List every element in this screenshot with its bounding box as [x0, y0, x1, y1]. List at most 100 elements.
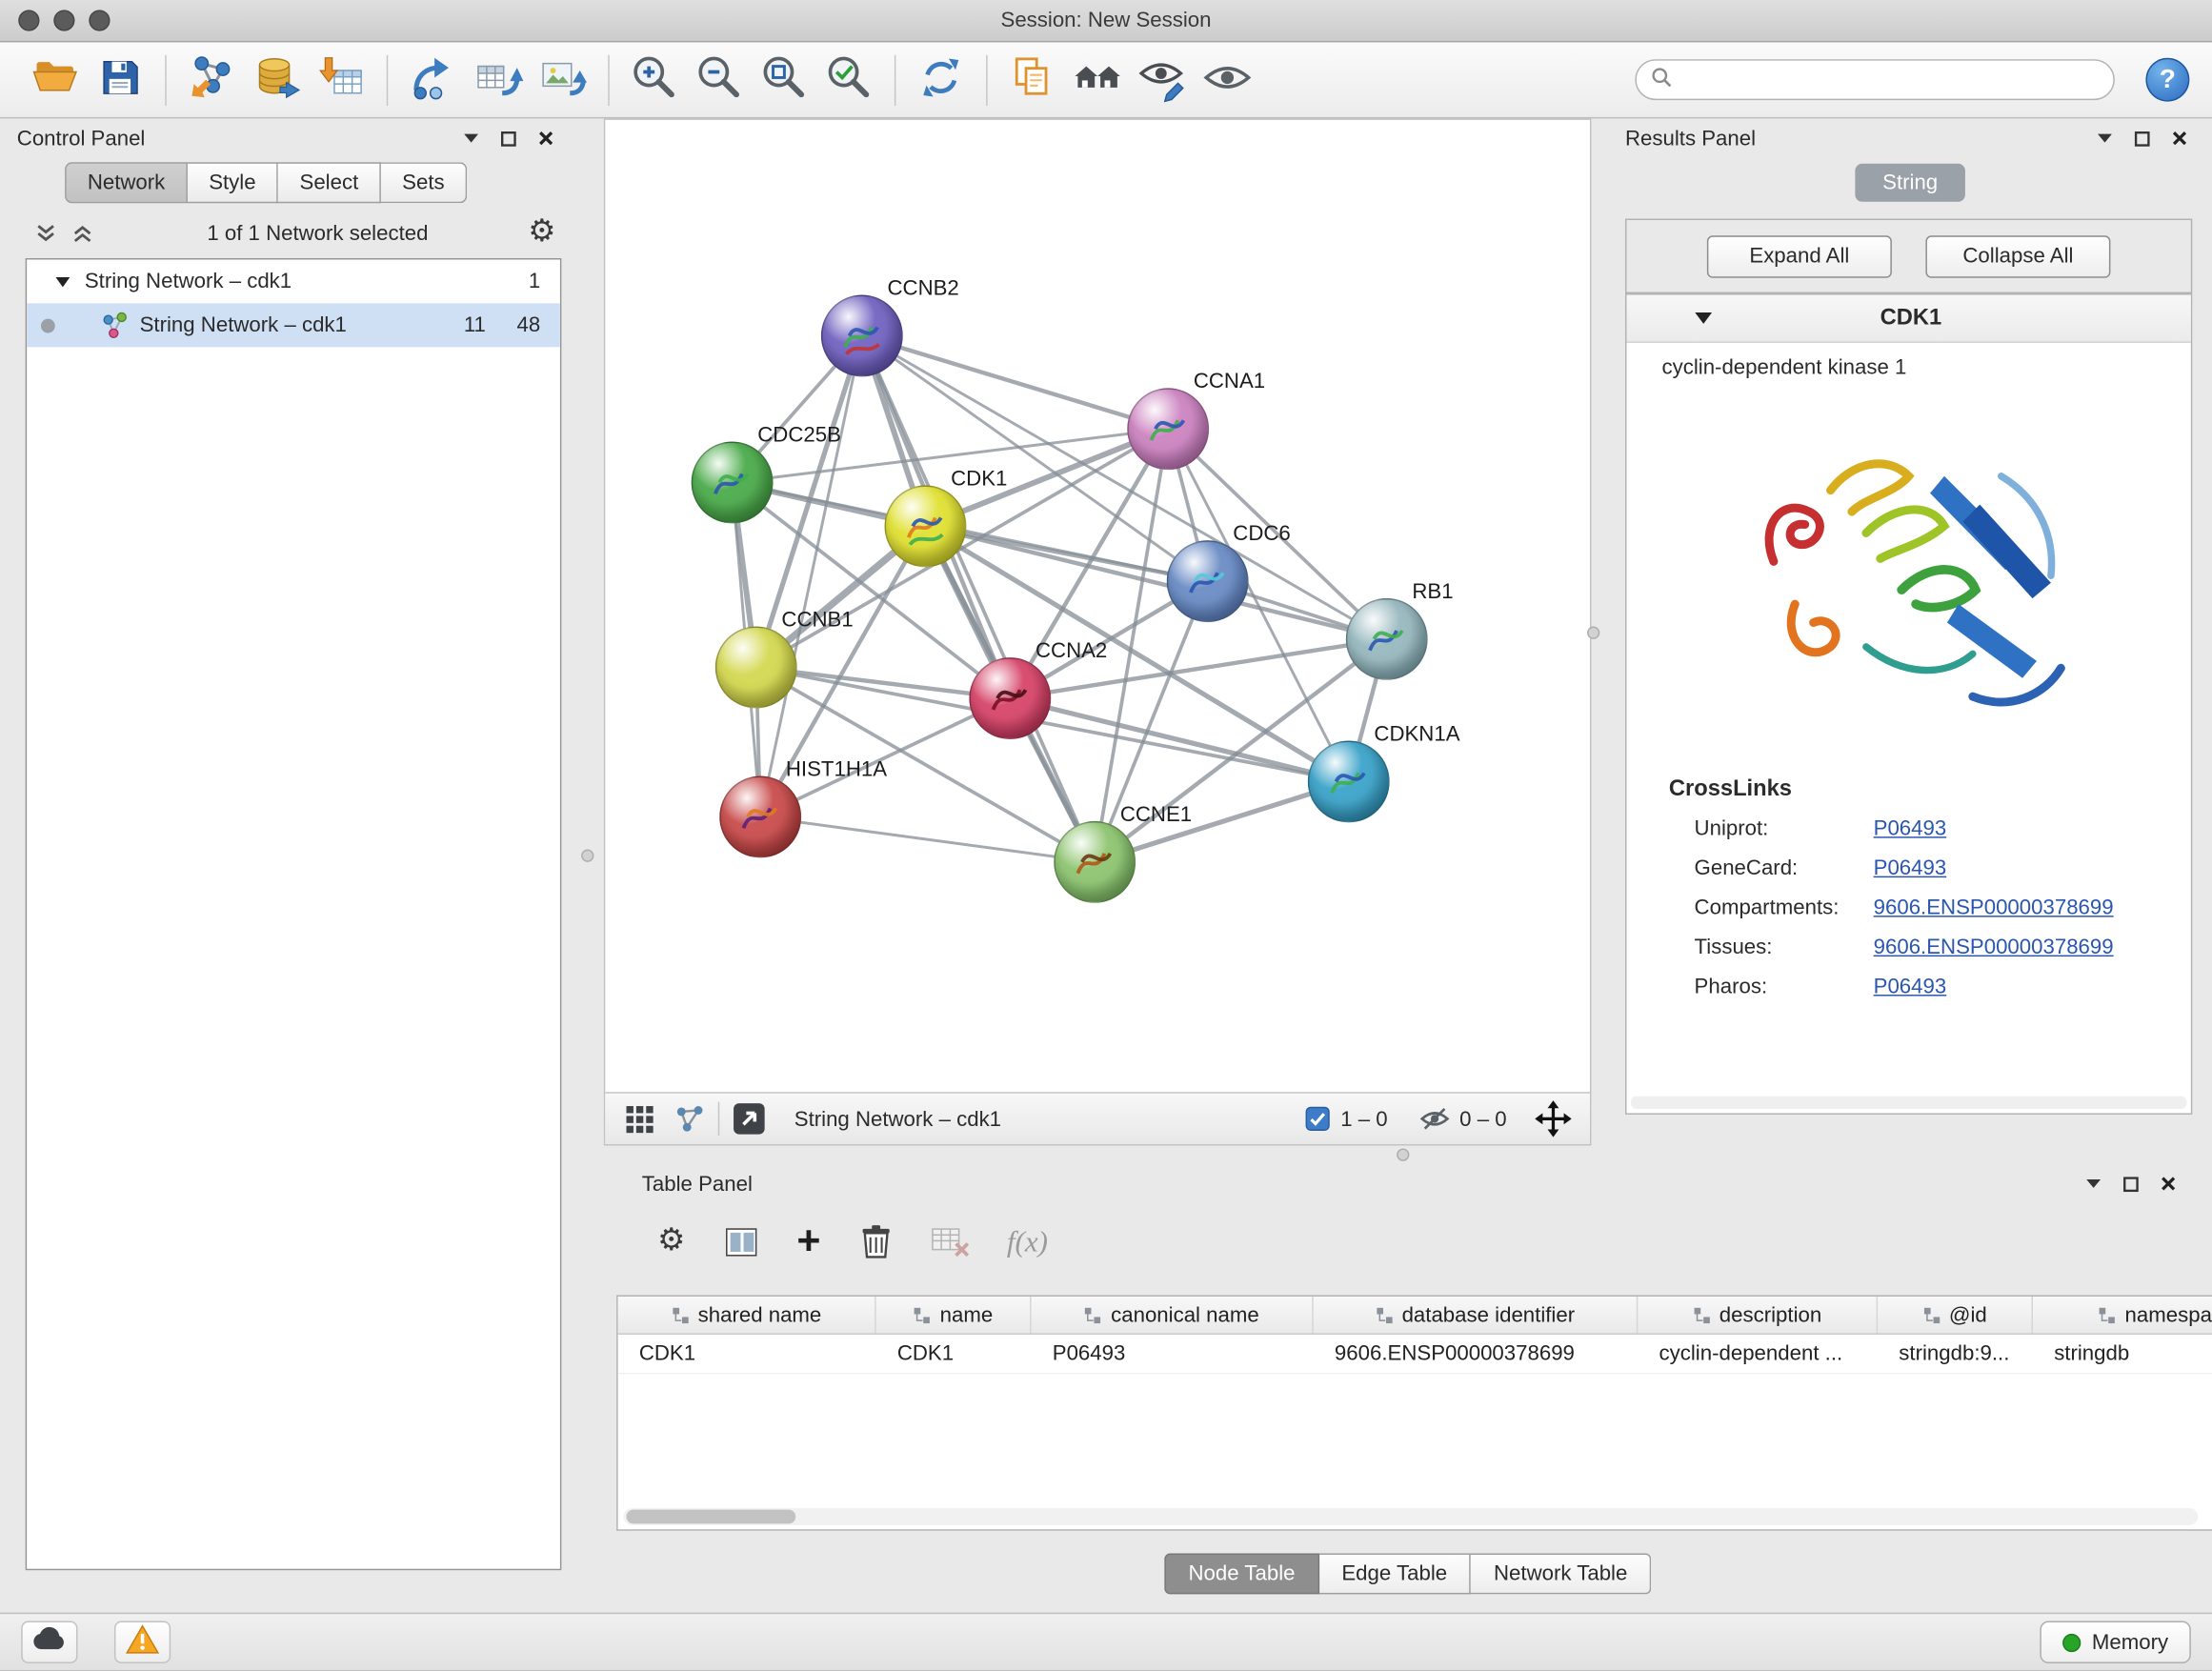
tab-select[interactable]: Select [278, 162, 381, 203]
selected-checkbox-icon[interactable] [1305, 1106, 1331, 1132]
show-graphics-button[interactable] [1195, 48, 1259, 112]
tab-network[interactable]: Network [65, 162, 188, 203]
column-header-name[interactable]: name [876, 1297, 1032, 1334]
copy-button[interactable] [1000, 48, 1065, 112]
table-settings-gear-icon[interactable]: ⚙ [657, 1226, 685, 1258]
vertical-splitter-handle[interactable] [1587, 627, 1599, 639]
hidden-eye-icon[interactable] [1418, 1106, 1450, 1132]
panel-float-button[interactable] [2135, 131, 2150, 146]
network-node-ccna1[interactable] [1127, 388, 1209, 470]
table-cell[interactable]: stringdb [2033, 1335, 2212, 1373]
grid-view-icon[interactable] [624, 1103, 655, 1135]
network-overview-icon[interactable] [674, 1103, 706, 1135]
column-header-description[interactable]: description [1638, 1297, 1878, 1334]
tab-network-table[interactable]: Network Table [1471, 1553, 1651, 1594]
expand-all-networks-button[interactable] [70, 221, 94, 245]
network-canvas[interactable]: CCNB2CCNA1CDC25BCDK1CDC6RB1CCNB1CCNA2CDK… [605, 120, 1590, 1092]
add-column-icon[interactable]: + [796, 1221, 820, 1262]
table-horizontal-scrollbar[interactable] [624, 1508, 2199, 1525]
column-header-shared-name[interactable]: shared name [618, 1297, 876, 1334]
table-data-row[interactable]: CDK1CDK1P064939606.ENSP00000378699cyclin… [618, 1335, 2212, 1374]
export-image-button[interactable] [531, 48, 595, 112]
help-button[interactable]: ? [2145, 58, 2189, 102]
show-columns-icon[interactable] [723, 1224, 758, 1259]
table-cell[interactable]: 9606.ENSP00000378699 [1314, 1335, 1639, 1373]
network-node-hist1h1a[interactable] [719, 775, 801, 857]
protein-collapse-caret-icon[interactable] [1695, 312, 1713, 324]
cloud-status-button[interactable] [21, 1621, 77, 1663]
tree-expand-caret-icon[interactable] [55, 276, 70, 288]
table-cell[interactable]: stringdb:9... [1878, 1335, 2033, 1373]
zoom-out-button[interactable] [687, 48, 752, 112]
collapse-all-networks-button[interactable] [34, 221, 58, 245]
crosslink-value-link[interactable]: P06493 [1874, 975, 1947, 998]
home-layouts-button[interactable] [1065, 48, 1130, 112]
column-header-namespace[interactable]: namespace [2033, 1297, 2212, 1334]
network-options-gear-icon[interactable]: ⚙ [528, 217, 555, 249]
tab-sets[interactable]: Sets [381, 162, 467, 203]
crosslink-value-link[interactable]: P06493 [1874, 856, 1947, 880]
tab-string[interactable]: String [1855, 164, 1965, 202]
network-node-cdc25b[interactable] [692, 442, 774, 524]
import-network-database-button[interactable] [244, 48, 309, 112]
network-node-cdk1[interactable] [885, 485, 967, 567]
save-session-button[interactable] [88, 48, 152, 112]
new-network-button[interactable] [401, 48, 466, 112]
panel-collapse-button[interactable] [2085, 1178, 2102, 1190]
network-node-rb1[interactable] [1346, 598, 1428, 680]
column-header-database-identifier[interactable]: database identifier [1314, 1297, 1639, 1334]
network-node-ccnb1[interactable] [715, 627, 797, 709]
panel-close-button[interactable] [537, 130, 554, 147]
import-table-button[interactable] [309, 48, 373, 112]
table-cell[interactable]: cyclin-dependent ... [1638, 1335, 1878, 1373]
panel-close-button[interactable] [2160, 1176, 2177, 1193]
tab-node-table[interactable]: Node Table [1164, 1553, 1318, 1594]
search-input[interactable] [1683, 69, 2100, 91]
open-session-button[interactable] [23, 48, 88, 112]
zoom-fit-button[interactable] [752, 48, 816, 112]
tab-style[interactable]: Style [188, 162, 278, 203]
network-row[interactable]: String Network – cdk1 11 48 [27, 303, 560, 347]
delete-table-icon[interactable] [931, 1225, 969, 1258]
table-cell[interactable]: CDK1 [876, 1335, 1032, 1373]
search-box[interactable] [1635, 59, 2115, 100]
warnings-button[interactable] [114, 1621, 171, 1663]
scrollbar-thumb[interactable] [627, 1510, 796, 1524]
panel-collapse-button[interactable] [2097, 132, 2114, 144]
horizontal-splitter-handle[interactable] [1397, 1148, 1409, 1160]
collapse-all-button[interactable]: Collapse All [1925, 235, 2110, 277]
import-network-file-button[interactable] [179, 48, 244, 112]
column-header-canonical-name[interactable]: canonical name [1032, 1297, 1314, 1334]
refresh-button[interactable] [909, 48, 974, 112]
protein-header[interactable]: CDK1 [1626, 295, 2190, 343]
column-header-id[interactable]: @id [1878, 1297, 2033, 1334]
pan-mode-icon[interactable] [1535, 1100, 1572, 1137]
panel-collapse-button[interactable] [463, 132, 480, 144]
crosslink-value-link[interactable]: P06493 [1874, 816, 1947, 840]
network-node-cdkn1a[interactable] [1308, 740, 1390, 822]
results-scrollbar[interactable] [1631, 1097, 2186, 1109]
crosslink-value-link[interactable]: 9606.ENSP00000378699 [1874, 936, 2114, 959]
panel-close-button[interactable] [2171, 130, 2188, 147]
zoom-selected-button[interactable] [816, 48, 881, 112]
network-node-ccne1[interactable] [1054, 821, 1136, 903]
network-node-cdc6[interactable] [1167, 540, 1249, 622]
hide-annotations-button[interactable] [1130, 48, 1195, 112]
panel-float-button[interactable] [2123, 1176, 2139, 1191]
delete-column-trash-icon[interactable] [858, 1223, 893, 1260]
memory-button[interactable]: Memory [2040, 1621, 2191, 1663]
network-collection-row[interactable]: String Network – cdk1 1 [27, 259, 560, 303]
zoom-in-button[interactable] [622, 48, 687, 112]
tab-edge-table[interactable]: Edge Table [1319, 1553, 1472, 1594]
network-node-ccna2[interactable] [969, 657, 1051, 739]
function-builder-icon[interactable]: f(x) [1007, 1224, 1048, 1259]
table-cell[interactable]: P06493 [1032, 1335, 1314, 1373]
open-in-new-icon[interactable] [733, 1102, 767, 1137]
table-cell[interactable]: CDK1 [618, 1335, 876, 1373]
vertical-splitter-handle[interactable] [581, 850, 593, 862]
crosslink-value-link[interactable]: 9606.ENSP00000378699 [1874, 896, 2114, 919]
panel-float-button[interactable] [501, 131, 516, 146]
network-node-ccnb2[interactable] [821, 295, 903, 377]
clone-network-button[interactable] [466, 48, 531, 112]
expand-all-button[interactable]: Expand All [1707, 235, 1892, 277]
